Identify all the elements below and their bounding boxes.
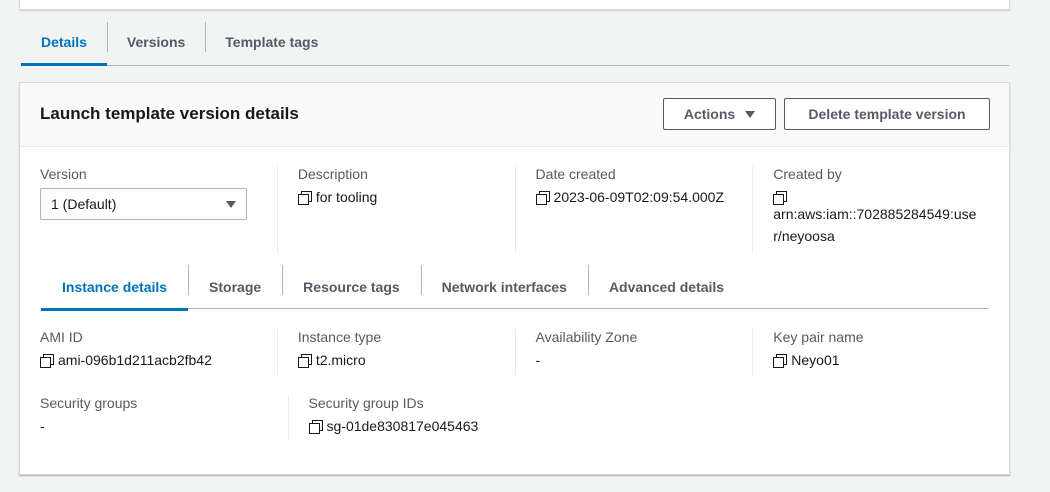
tab-instance-details[interactable]: Instance details <box>41 265 189 311</box>
panel-header: Launch template version details Actions … <box>20 83 1009 147</box>
security-groups-field: Security groups - <box>40 395 288 441</box>
security-group-ids-label: Security group IDs <box>308 395 424 411</box>
copy-icon[interactable] <box>40 354 54 368</box>
created-by-icon-row <box>773 186 990 205</box>
security-groups-label: Security groups <box>40 395 138 411</box>
security-group-ids-field: Security group IDs sg-01de830817e045463 <box>287 395 536 441</box>
instance-tabs: Instance details Storage Resource tags N… <box>41 265 989 311</box>
previous-card <box>19 0 1010 10</box>
version-details-panel: Launch template version details Actions … <box>19 82 1010 475</box>
date-created-value: 2023-06-09T02:09:54.000Z <box>553 189 725 205</box>
key-pair-field: Key pair name Neyo01 <box>752 329 990 375</box>
security-groups-value: - <box>40 418 45 434</box>
copy-icon[interactable] <box>773 191 788 205</box>
availability-zone-label: Availability Zone <box>535 329 638 345</box>
tab-network-interfaces[interactable]: Network interfaces <box>420 265 588 309</box>
ami-id-field: AMI ID ami-096b1d211acb2fb42 <box>40 329 277 375</box>
key-pair-value: Neyo01 <box>791 352 840 368</box>
actions-button[interactable]: Actions <box>663 98 776 130</box>
copy-icon[interactable] <box>308 420 323 434</box>
created-by-field: Created by arn:aws:iam::702885284549:use… <box>752 166 990 254</box>
key-pair-label: Key pair name <box>773 329 864 345</box>
availability-zone-value: - <box>535 352 541 368</box>
delete-button-label: Delete template version <box>808 106 966 122</box>
instance-type-label: Instance type <box>297 329 382 345</box>
caret-down-icon <box>226 201 236 208</box>
date-created-label: Date created <box>535 166 616 182</box>
ami-id-value-row: ami-096b1d211acb2fb42 <box>40 349 277 371</box>
instance-row-1: AMI ID ami-096b1d211acb2fb42 Instance ty… <box>40 329 990 375</box>
created-by-value: arn:aws:iam::702885284549:user/neyoosa <box>773 206 977 244</box>
actions-button-label: Actions <box>683 106 736 122</box>
created-by-label: Created by <box>773 166 842 182</box>
availability-zone-field: Availability Zone - <box>514 329 753 375</box>
tab-advanced-details[interactable]: Advanced details <box>587 265 745 309</box>
delete-template-version-button[interactable]: Delete template version <box>784 98 990 130</box>
instance-type-field: Instance type t2.micro <box>276 329 515 375</box>
ami-id-value: ami-096b1d211acb2fb42 <box>58 352 212 368</box>
description-field: Description for tooling <box>276 166 515 254</box>
version-select[interactable]: 1 (Default) <box>40 188 247 220</box>
version-field: Version 1 (Default) <box>40 166 277 254</box>
details-tabs: Details Versions Template tags <box>21 20 1009 66</box>
tab-resource-tags[interactable]: Resource tags <box>282 265 420 309</box>
instance-type-value-row: t2.micro <box>297 349 515 371</box>
date-created-value-row: 2023-06-09T02:09:54.000Z <box>535 186 753 208</box>
summary-row: Version 1 (Default) Description for tool… <box>40 166 990 254</box>
description-value: for tooling <box>315 189 378 205</box>
tab-details[interactable]: Details <box>21 20 107 66</box>
description-label: Description <box>297 166 368 182</box>
copy-icon[interactable] <box>535 191 550 205</box>
security-group-ids-value-row: sg-01de830817e045463 <box>308 415 536 437</box>
version-label: Version <box>40 166 87 182</box>
key-pair-value-row: Neyo01 <box>773 349 990 371</box>
copy-icon[interactable] <box>297 354 312 368</box>
tab-storage[interactable]: Storage <box>188 265 282 309</box>
tab-versions[interactable]: Versions <box>106 20 205 64</box>
instance-type-value: t2.micro <box>315 352 366 368</box>
tab-template-tags[interactable]: Template tags <box>205 20 338 64</box>
security-group-ids-value: sg-01de830817e045463 <box>326 418 479 434</box>
description-value-row: for tooling <box>297 186 515 208</box>
version-select-value: 1 (Default) <box>51 196 117 212</box>
copy-icon[interactable] <box>773 354 788 368</box>
copy-icon[interactable] <box>297 191 312 205</box>
date-created-field: Date created 2023-06-09T02:09:54.000Z <box>514 166 753 254</box>
panel-title: Launch template version details <box>40 104 299 123</box>
caret-down-icon <box>745 110 756 118</box>
instance-row-2: Security groups - Security group IDs sg-… <box>40 395 990 441</box>
ami-id-label: AMI ID <box>40 329 83 345</box>
